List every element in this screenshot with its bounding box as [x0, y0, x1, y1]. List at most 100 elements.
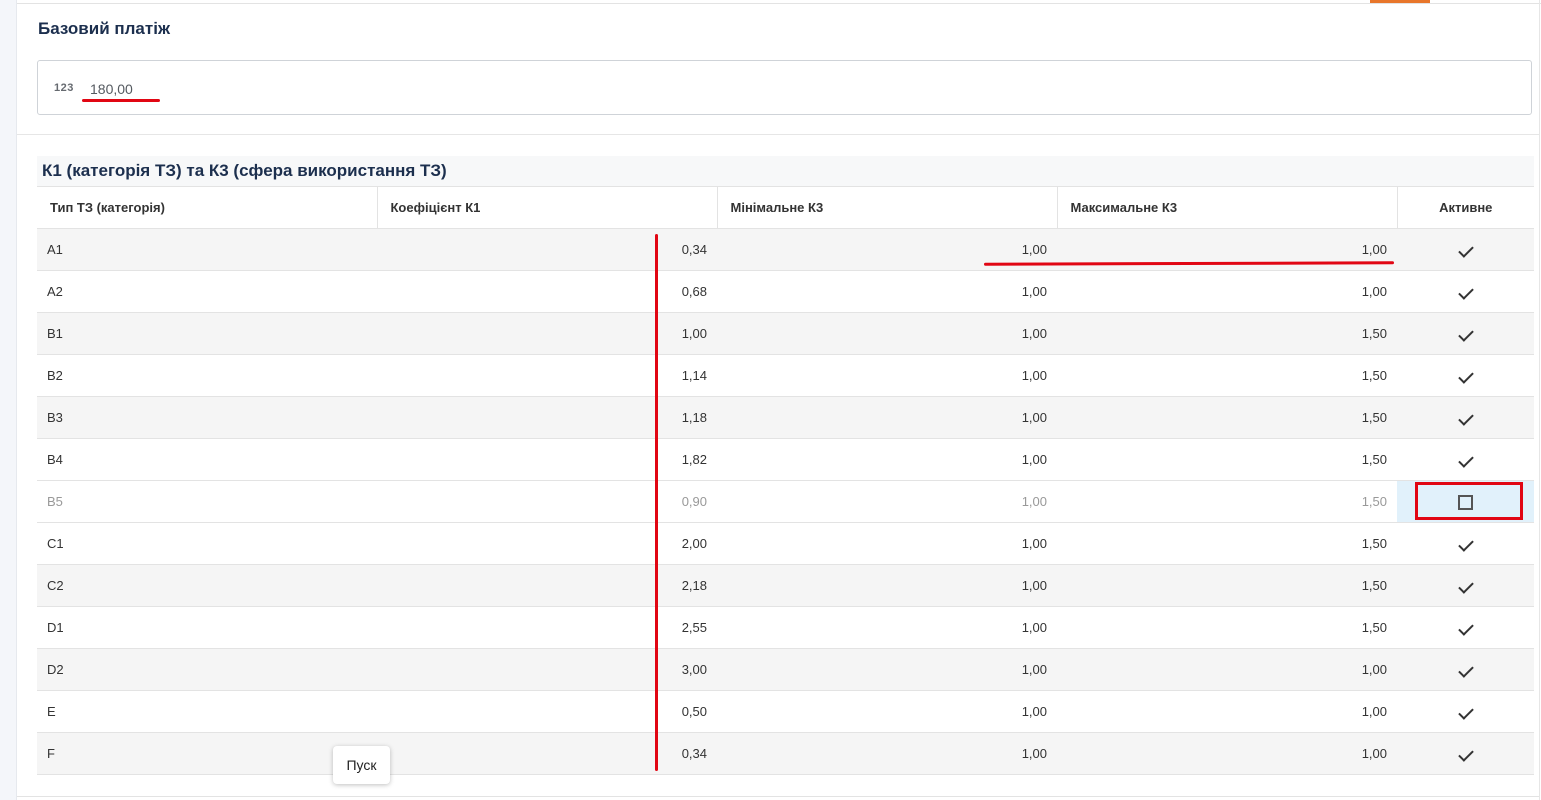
cell-min-k3: 1,00 [717, 270, 1057, 313]
cell-active[interactable] [1397, 648, 1534, 691]
cell-k1: 0,50 [377, 690, 717, 733]
cell-type: B3 [37, 396, 377, 439]
column-header-active[interactable]: Активне [1397, 187, 1534, 229]
cell-active[interactable] [1397, 396, 1534, 439]
cell-active[interactable] [1397, 270, 1534, 313]
table-row[interactable]: E 0,50 1,00 1,00 [37, 690, 1534, 733]
cell-type: C1 [37, 522, 377, 565]
cell-active[interactable] [1397, 564, 1534, 607]
cell-active[interactable] [1397, 690, 1534, 733]
annotation-vertical-line [655, 234, 658, 771]
cell-max-k3: 1,50 [1057, 606, 1397, 649]
cell-min-k3: 1,00 [717, 438, 1057, 481]
cell-k1: 0,34 [377, 732, 717, 775]
left-rail [0, 0, 17, 800]
table-body: A1 0,34 1,00 1,00 A2 0,68 1,00 1,00 B1 1,00 1,00 1,… [37, 228, 1534, 775]
table-row[interactable]: A2 0,68 1,00 1,00 [37, 270, 1534, 313]
cell-max-k3: 1,00 [1057, 732, 1397, 775]
checkmark-icon [1457, 536, 1474, 552]
cell-k1: 1,00 [377, 312, 717, 355]
annotation-underline [82, 99, 160, 102]
cell-type: A2 [37, 270, 377, 313]
page: Базовий платіж 123 180,00 К1 (категорія … [0, 0, 1541, 800]
cell-max-k3: 1,50 [1057, 354, 1397, 397]
cell-type: D2 [37, 648, 377, 691]
cell-max-k3: 1,50 [1057, 312, 1397, 355]
checkmark-icon [1457, 410, 1474, 426]
cell-k1: 1,18 [377, 396, 717, 439]
cell-active[interactable] [1397, 228, 1534, 271]
cell-min-k3: 1,00 [717, 354, 1057, 397]
top-divider [17, 3, 1541, 4]
cell-k1: 2,00 [377, 522, 717, 565]
cell-active[interactable] [1397, 312, 1534, 355]
column-header-type[interactable]: Тип ТЗ (категорія) [37, 187, 378, 229]
k1-k3-table: Тип ТЗ (категорія) Коефіцієнт К1 Мінімал… [37, 187, 1534, 775]
table-row[interactable]: B5 0,90 1,00 1,50 [37, 480, 1534, 523]
cell-type: C2 [37, 564, 377, 607]
cell-max-k3: 1,00 [1057, 270, 1397, 313]
table-row[interactable]: C2 2,18 1,00 1,50 [37, 564, 1534, 607]
cell-max-k3: 1,50 [1057, 522, 1397, 565]
table-row[interactable]: C1 2,00 1,00 1,50 [37, 522, 1534, 565]
column-header-max-k3[interactable]: Максимальне К3 [1057, 187, 1398, 229]
cell-type: B2 [37, 354, 377, 397]
cell-k1: 1,82 [377, 438, 717, 481]
checkmark-icon [1457, 704, 1474, 720]
cell-min-k3: 1,00 [717, 396, 1057, 439]
table-title: К1 (категорія ТЗ) та К3 (сфера використа… [37, 156, 1534, 187]
cell-active[interactable] [1397, 732, 1534, 775]
table-row[interactable]: B4 1,82 1,00 1,50 [37, 438, 1534, 481]
table-row[interactable]: B3 1,18 1,00 1,50 [37, 396, 1534, 439]
cell-min-k3: 1,00 [717, 690, 1057, 733]
checkmark-icon [1457, 368, 1474, 384]
cell-min-k3: 1,00 [717, 606, 1057, 649]
cell-type: B5 [37, 480, 377, 523]
cell-active[interactable] [1397, 438, 1534, 481]
section-divider [17, 134, 1539, 135]
cell-active[interactable] [1397, 354, 1534, 397]
table-row[interactable]: F 0,34 1,00 1,00 [37, 732, 1534, 775]
cell-k1: 0,34 [377, 228, 717, 271]
cell-max-k3: 1,50 [1057, 438, 1397, 481]
active-tab-indicator [1370, 0, 1430, 3]
base-payment-title: Базовий платіж [38, 19, 170, 38]
base-payment-field[interactable]: 123 180,00 [37, 60, 1532, 115]
cell-active[interactable] [1397, 522, 1534, 565]
tooltip: Пуск [333, 746, 390, 784]
cell-max-k3: 1,50 [1057, 396, 1397, 439]
cell-max-k3: 1,00 [1057, 648, 1397, 691]
checkmark-icon [1457, 620, 1474, 636]
cell-min-k3: 1,00 [717, 648, 1057, 691]
cell-k1: 3,00 [377, 648, 717, 691]
table-row[interactable]: B2 1,14 1,00 1,50 [37, 354, 1534, 397]
cell-k1: 0,90 [377, 480, 717, 523]
cell-min-k3: 1,00 [717, 480, 1057, 523]
cell-type: E [37, 690, 377, 733]
cell-type: D1 [37, 606, 377, 649]
column-header-k1[interactable]: Коефіцієнт К1 [377, 187, 718, 229]
annotation-highlight-box [1415, 482, 1523, 520]
bottom-divider [17, 796, 1539, 797]
cell-k1: 0,68 [377, 270, 717, 313]
checkmark-icon [1457, 746, 1474, 762]
cell-type: B1 [37, 312, 377, 355]
cell-min-k3: 1,00 [717, 564, 1057, 607]
table-row[interactable]: D1 2,55 1,00 1,50 [37, 606, 1534, 649]
base-payment-value[interactable]: 180,00 [90, 81, 133, 97]
table-row[interactable]: B1 1,00 1,00 1,50 [37, 312, 1534, 355]
cell-active[interactable] [1397, 606, 1534, 649]
checkmark-icon [1457, 284, 1474, 300]
column-header-min-k3[interactable]: Мінімальне К3 [717, 187, 1058, 229]
cell-max-k3: 1,50 [1057, 564, 1397, 607]
cell-min-k3: 1,00 [717, 732, 1057, 775]
number-type-icon: 123 [54, 82, 74, 94]
cell-k1: 1,14 [377, 354, 717, 397]
cell-max-k3: 1,50 [1057, 480, 1397, 523]
cell-k1: 2,55 [377, 606, 717, 649]
k1-k3-table-section: К1 (категорія ТЗ) та К3 (сфера використа… [37, 156, 1534, 775]
cell-max-k3: 1,00 [1057, 690, 1397, 733]
cell-k1: 2,18 [377, 564, 717, 607]
cell-type: A1 [37, 228, 377, 271]
table-row[interactable]: D2 3,00 1,00 1,00 [37, 648, 1534, 691]
